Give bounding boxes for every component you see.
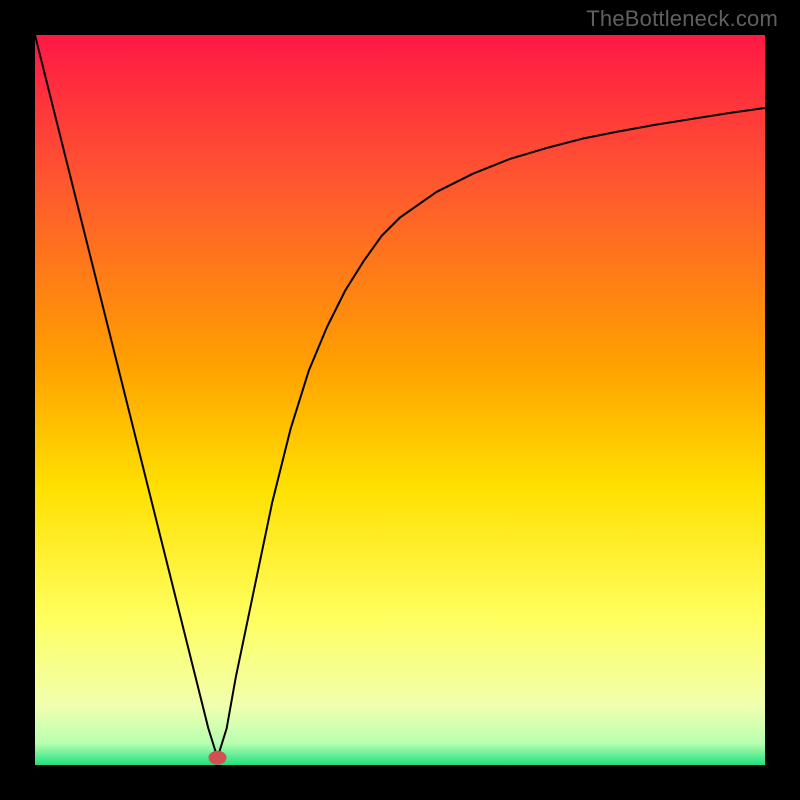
watermark-text: TheBottleneck.com: [586, 6, 778, 32]
plot-area: [35, 35, 765, 765]
gradient-background: [35, 35, 765, 765]
chart-frame: TheBottleneck.com: [0, 0, 800, 800]
optimal-marker: [209, 751, 227, 765]
chart-canvas: [35, 35, 765, 765]
